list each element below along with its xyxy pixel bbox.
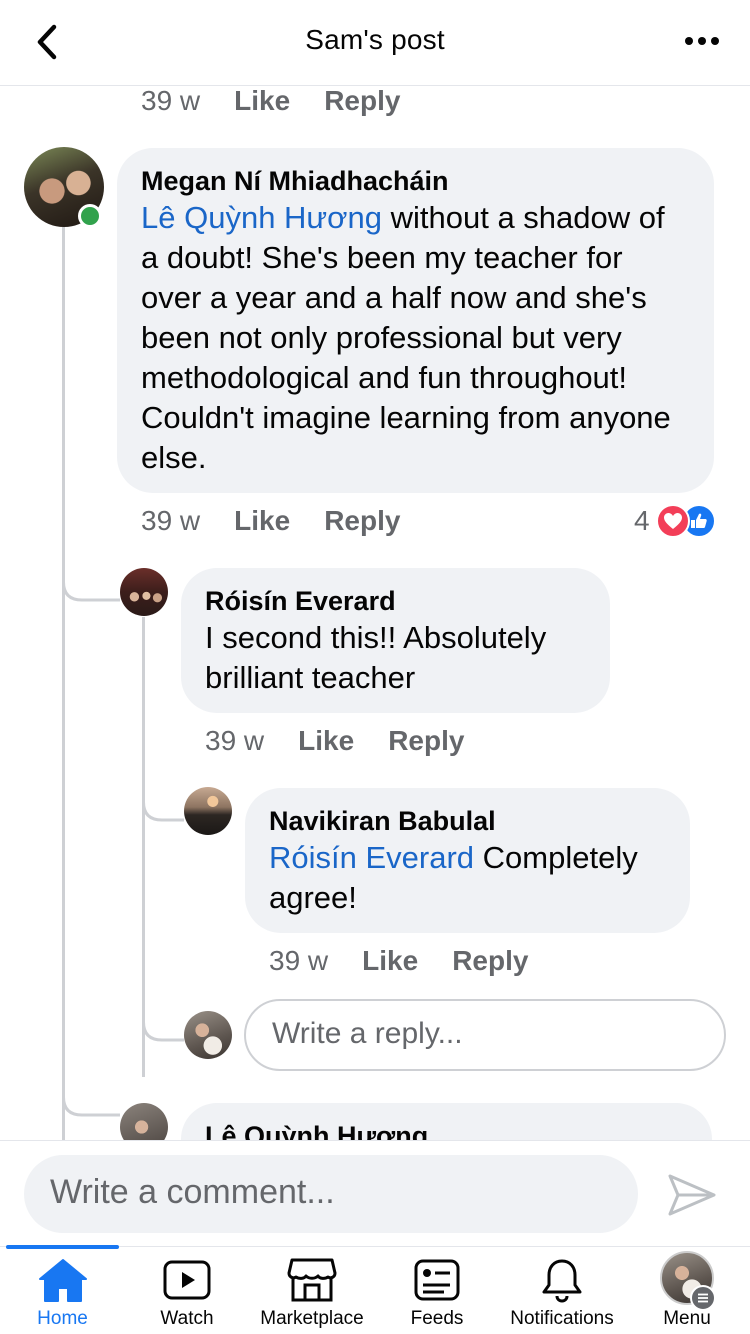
comment-actions: 39 w Like Reply (141, 87, 400, 121)
love-reaction-icon (655, 504, 690, 538)
tab-label: Home (37, 1308, 88, 1329)
comment-timestamp: 39 w (141, 505, 201, 536)
reaction-count: 4 (634, 505, 650, 536)
thread-line (62, 227, 65, 1140)
avatar[interactable] (120, 1103, 168, 1140)
reply-button[interactable]: Reply (324, 87, 400, 117)
comment-actions: 39 w Like Reply (269, 941, 528, 981)
tab-watch[interactable]: Watch (131, 1247, 243, 1334)
avatar[interactable] (184, 787, 232, 835)
reply-button[interactable]: Reply (388, 725, 464, 757)
comment-bubble[interactable]: Navikiran Babulal Róisín Everard Complet… (245, 788, 690, 933)
like-button[interactable]: Like (234, 87, 290, 117)
comment-text: Róisín Everard Completely agree! (269, 840, 638, 915)
bell-icon (542, 1259, 582, 1303)
thread-connector (62, 1077, 120, 1117)
tab-label: Feeds (410, 1308, 464, 1329)
comments-feed[interactable]: 39 w Like Reply Megan Ní Mhiadhacháin Lê… (0, 87, 750, 1140)
page-title: Sam's post (305, 24, 445, 55)
comment-actions: 39 w Like Reply (141, 501, 400, 541)
avatar[interactable] (120, 568, 168, 616)
more-options-button[interactable] (682, 26, 722, 56)
tab-marketplace[interactable]: Marketplace (250, 1247, 374, 1334)
tab-notifications[interactable]: Notifications (500, 1247, 624, 1334)
tab-label: Notifications (510, 1308, 614, 1329)
comment-timestamp: 39 w (205, 725, 265, 756)
online-status-dot (78, 204, 102, 228)
comment-actions: 39 w Like Reply (205, 721, 464, 761)
menu-lines-icon (690, 1285, 716, 1311)
comment-author[interactable]: Lê Quỳnh Hương (205, 1119, 688, 1140)
send-icon (668, 1174, 716, 1216)
home-icon (38, 1259, 87, 1302)
bottom-tab-bar: Home Watch Marketplace Feeds Notificatio… (0, 1245, 750, 1334)
like-button[interactable]: Like (234, 505, 290, 537)
tab-menu[interactable]: Menu (631, 1247, 743, 1334)
top-navigation-bar: Sam's post (0, 0, 750, 86)
send-button[interactable] (666, 1171, 718, 1219)
like-button[interactable]: Like (362, 945, 418, 977)
comment-author[interactable]: Megan Ní Mhiadhacháin (141, 164, 690, 198)
tab-label: Watch (160, 1308, 214, 1329)
feeds-icon (414, 1259, 460, 1301)
tab-label: Marketplace (260, 1308, 364, 1329)
current-user-avatar (184, 1011, 232, 1059)
marketplace-icon (287, 1258, 337, 1302)
like-button[interactable]: Like (298, 725, 354, 757)
comment-timestamp: 39 w (269, 945, 329, 976)
reply-input[interactable]: Write a reply... (244, 999, 726, 1071)
comment-bubble[interactable]: Róisín Everard I second this!! Absolutel… (181, 568, 610, 713)
comment-timestamp: 39 w (141, 87, 201, 116)
reaction-summary[interactable]: 4 (634, 501, 716, 541)
tab-feeds[interactable]: Feeds (381, 1247, 493, 1334)
comment-input[interactable]: Write a comment... (24, 1155, 638, 1233)
comment-bubble[interactable]: Megan Ní Mhiadhacháin Lê Quỳnh Hương wit… (117, 148, 714, 493)
mention-link[interactable]: Róisín Everard (269, 840, 474, 875)
comment-bubble[interactable]: Lê Quỳnh Hương (181, 1103, 712, 1140)
comment-composer: Write a comment... (0, 1140, 750, 1246)
watch-icon (163, 1260, 211, 1300)
comment-text: Lê Quỳnh Hương without a shadow of a dou… (141, 200, 671, 475)
reply-button[interactable]: Reply (452, 945, 528, 977)
comment-author[interactable]: Navikiran Babulal (269, 804, 666, 838)
comment-author[interactable]: Róisín Everard (205, 584, 586, 618)
mention-link[interactable]: Lê Quỳnh Hương (141, 200, 382, 235)
reply-button[interactable]: Reply (324, 505, 400, 537)
thread-connector (62, 537, 120, 602)
tab-label: Menu (663, 1308, 711, 1329)
more-dots-icon (685, 37, 719, 45)
tab-home[interactable]: Home (6, 1247, 119, 1334)
comment-text: I second this!! Absolutely brilliant tea… (205, 620, 547, 695)
